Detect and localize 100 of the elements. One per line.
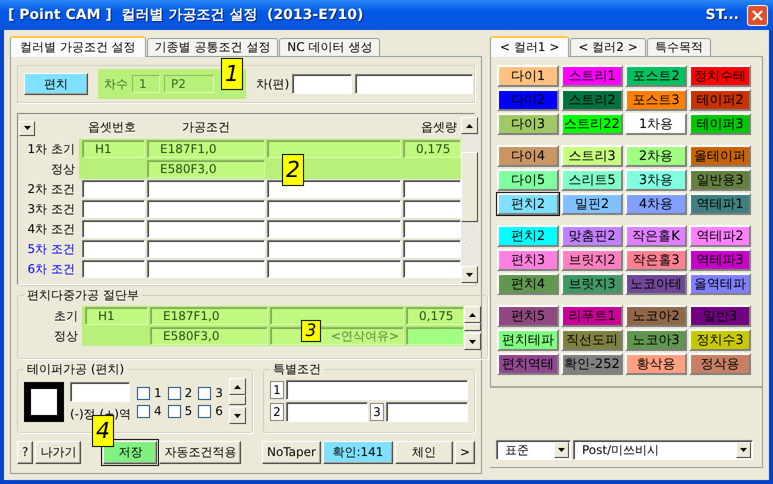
color-button[interactable]: 일반용3 (689, 169, 751, 191)
color-button[interactable]: 작은홀3 (625, 249, 687, 271)
color-button[interactable]: 2차용 (625, 145, 687, 167)
dropdown[interactable]: 표준 (496, 440, 571, 460)
color-button[interactable]: 역테파1 (689, 193, 751, 215)
color-button[interactable]: 포스트3 (625, 89, 687, 111)
color-button[interactable]: 스트리3 (561, 145, 623, 167)
color-button[interactable]: 편치3 (497, 249, 559, 271)
scrollbar[interactable] (464, 306, 481, 350)
grid-cell[interactable] (82, 220, 145, 238)
color-button[interactable]: 편치역테 (497, 353, 559, 375)
color-button[interactable]: 스리트5 (561, 169, 623, 191)
grid-cell[interactable]: E580F3,0 (150, 327, 268, 345)
color-button[interactable]: 포스트2 (625, 65, 687, 87)
grid-cell[interactable] (82, 260, 145, 278)
scrollbar[interactable] (461, 117, 478, 283)
tab[interactable]: NC 데이터 생성 (279, 38, 380, 56)
color-button[interactable]: 역테파2 (689, 225, 751, 247)
color-button[interactable]: 정삭용 (689, 353, 751, 375)
color-button[interactable]: 다이1 (497, 65, 559, 87)
arrow-down-icon[interactable] (234, 414, 241, 418)
arrow-down-icon[interactable] (466, 272, 473, 276)
grid-cell[interactable] (403, 200, 461, 218)
checkbox[interactable] (136, 386, 150, 400)
code-field[interactable]: P2 (164, 75, 214, 93)
grid-cell[interactable] (267, 260, 401, 278)
grid-cell[interactable]: 0,175 (406, 307, 464, 325)
color-button[interactable]: 편치테파 (497, 329, 559, 351)
color-button[interactable]: 올테이퍼 (689, 145, 751, 167)
color-button[interactable]: 맞춤핀2 (561, 225, 623, 247)
color-button[interactable]: 노코아2 (625, 305, 687, 327)
color-button[interactable]: 다이4 (497, 145, 559, 167)
color-button[interactable]: 4차용 (625, 193, 687, 215)
input-field[interactable] (70, 382, 130, 402)
button[interactable]: 확인:141 (322, 440, 393, 464)
grid-cell[interactable] (267, 200, 401, 218)
grid-cell[interactable]: E580F3,0 (147, 160, 265, 178)
input-field[interactable] (286, 402, 368, 422)
grid-cell[interactable] (267, 180, 401, 198)
color-button[interactable]: 1차용 (625, 113, 687, 135)
color-button[interactable]: 브릿지2 (561, 249, 623, 271)
color-button[interactable]: 스트리1 (561, 65, 623, 87)
grid-cell[interactable]: E187F1,0 (150, 307, 268, 325)
scrollbar[interactable] (228, 378, 246, 424)
grid-cell[interactable] (147, 200, 265, 218)
button[interactable]: ? (17, 440, 34, 464)
color-button[interactable]: 황삭용 (625, 353, 687, 375)
grid-cell[interactable] (82, 200, 145, 218)
arrow-up-icon[interactable] (469, 312, 476, 316)
color-button[interactable]: 3차용 (625, 169, 687, 191)
checkbox[interactable] (168, 386, 181, 400)
checkbox[interactable] (198, 404, 212, 418)
grid-cell[interactable] (147, 240, 265, 258)
grid-cell[interactable] (267, 140, 401, 158)
color-button[interactable]: 스트리22 (561, 113, 623, 135)
checkbox[interactable] (198, 386, 212, 400)
tab[interactable]: 컬러별 가공조건 설정 (10, 36, 146, 57)
color-button[interactable]: 테이퍼3 (689, 113, 751, 135)
color-button[interactable]: 정치수3 (689, 329, 751, 351)
grid-cell[interactable] (270, 307, 404, 325)
grid-cell[interactable] (403, 220, 461, 238)
grid-cell[interactable] (147, 260, 265, 278)
checkbox[interactable] (168, 404, 181, 418)
dropdown-button[interactable] (19, 120, 35, 136)
tab[interactable]: < 컬러1 > (490, 36, 570, 57)
punch-button[interactable]: 편치 (24, 73, 88, 95)
grid-cell[interactable] (267, 220, 401, 238)
color-button[interactable]: 역테파3 (689, 249, 751, 271)
grid-cell[interactable] (403, 180, 461, 198)
color-button[interactable]: 다이5 (497, 169, 559, 191)
grid-cell[interactable] (147, 180, 265, 198)
color-button[interactable]: 리푸트1 (561, 305, 623, 327)
input-field[interactable] (292, 74, 352, 94)
close-button[interactable] (747, 4, 768, 26)
color-button[interactable]: 다이3 (497, 113, 559, 135)
grid-cell[interactable]: 0,175 (403, 140, 461, 158)
grid-cell[interactable]: H1 (82, 140, 145, 158)
arrow-up-icon[interactable] (234, 384, 241, 388)
grid-cell[interactable]: E187F1,0 (147, 140, 265, 158)
dropdown[interactable]: Post/미쓰비시 (573, 440, 753, 460)
color-button[interactable]: 직선도피 (561, 329, 623, 351)
grid-cell[interactable] (403, 260, 461, 278)
color-button[interactable]: 노코아3 (625, 329, 687, 351)
tab[interactable]: 특수목적 (646, 38, 711, 56)
grid-cell[interactable]: H1 (85, 307, 148, 325)
button[interactable]: 자동조건적용 (159, 440, 242, 464)
grid-cell[interactable] (147, 220, 265, 238)
button[interactable]: NoTaper (262, 440, 321, 464)
color-button[interactable]: 테이퍼2 (689, 89, 751, 111)
tab[interactable]: 기종별 공통조건 설정 (146, 38, 278, 56)
button[interactable]: 저장 (103, 440, 158, 464)
input-field[interactable] (355, 74, 474, 94)
arrow-up-icon[interactable] (466, 124, 473, 128)
color-button[interactable]: 편치4 (497, 273, 559, 295)
color-button[interactable]: 확인-252 (561, 353, 623, 375)
button[interactable]: > (454, 440, 475, 464)
color-button[interactable]: 작은홀K (625, 225, 687, 247)
color-button[interactable]: 브릿지3 (561, 273, 623, 295)
button[interactable]: 나가기 (35, 440, 82, 464)
input-field[interactable] (286, 380, 468, 400)
